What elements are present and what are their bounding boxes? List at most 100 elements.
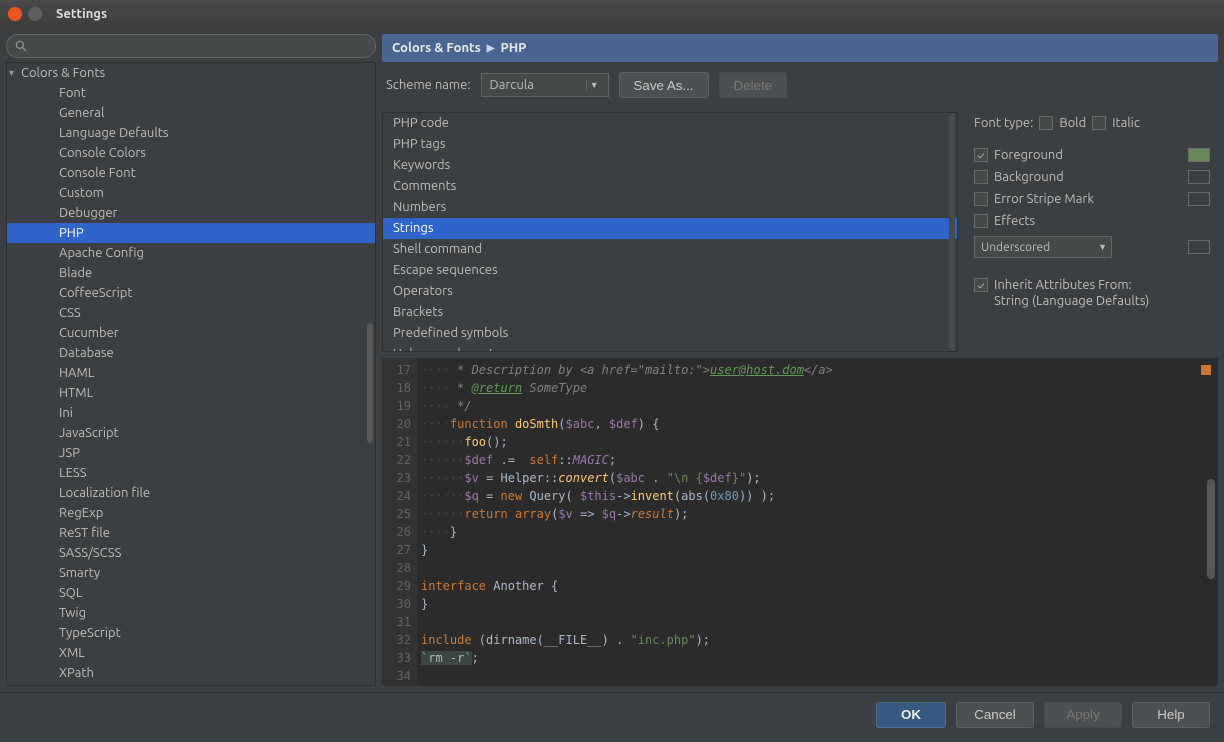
tree-item[interactable]: CSS: [7, 303, 375, 323]
tree-item[interactable]: XPath: [7, 663, 375, 683]
save-as-button[interactable]: Save As...: [619, 72, 709, 98]
tree-item[interactable]: YAML: [7, 683, 375, 686]
line-number: 31: [383, 613, 411, 631]
cancel-button[interactable]: Cancel: [956, 702, 1034, 728]
chevron-down-icon: ▼: [1098, 242, 1107, 252]
italic-checkbox[interactable]: [1092, 116, 1106, 130]
line-number: 25: [383, 505, 411, 523]
inherit-from[interactable]: String (Language Defaults): [994, 294, 1210, 308]
effects-select[interactable]: Underscored ▼: [974, 236, 1112, 258]
tree-item[interactable]: Localization file: [7, 483, 375, 503]
tree-item[interactable]: HAML: [7, 363, 375, 383]
foreground-label: Foreground: [994, 148, 1063, 162]
attribute-item[interactable]: Predefined symbols: [383, 323, 957, 344]
line-number: 34: [383, 667, 411, 685]
tree-item[interactable]: Cucumber: [7, 323, 375, 343]
attribute-item[interactable]: PHP code: [383, 113, 957, 134]
background-swatch[interactable]: [1188, 170, 1210, 184]
scrollbar-track[interactable]: [949, 113, 955, 351]
attribute-item[interactable]: Shell command: [383, 239, 957, 260]
effects-swatch[interactable]: [1188, 240, 1210, 254]
tree-item[interactable]: Ini: [7, 403, 375, 423]
line-number: 33: [383, 649, 411, 667]
tree-item[interactable]: Font: [7, 83, 375, 103]
close-icon[interactable]: [8, 7, 22, 21]
error-stripe-swatch[interactable]: [1188, 192, 1210, 206]
error-stripe-checkbox[interactable]: [974, 192, 988, 206]
scrollbar-thumb[interactable]: [1207, 479, 1215, 579]
tree-item[interactable]: Apache Config: [7, 243, 375, 263]
foreground-row: Foreground: [974, 146, 1210, 164]
tree-item[interactable]: JSP: [7, 443, 375, 463]
tree-item[interactable]: Console Colors: [7, 143, 375, 163]
line-number: 21: [383, 433, 411, 451]
tree-item[interactable]: ReST file: [7, 523, 375, 543]
tree-item[interactable]: Custom: [7, 183, 375, 203]
attribute-item[interactable]: Strings: [383, 218, 957, 239]
scheme-row: Scheme name: Darcula ▼ Save As... Delete: [382, 68, 1218, 106]
tree-item[interactable]: Blade: [7, 263, 375, 283]
search-input[interactable]: [6, 34, 376, 58]
attribute-list[interactable]: PHP codePHP tagsKeywordsCommentsNumbersS…: [382, 112, 958, 352]
line-number: 19: [383, 397, 411, 415]
tree-item[interactable]: LESS: [7, 463, 375, 483]
attribute-item[interactable]: Numbers: [383, 197, 957, 218]
tree-item[interactable]: Debugger: [7, 203, 375, 223]
font-type-label: Font type:: [974, 116, 1033, 130]
attribute-item[interactable]: Operators: [383, 281, 957, 302]
line-number: 22: [383, 451, 411, 469]
sidebar: Colors & Fonts FontGeneralLanguage Defau…: [6, 34, 376, 686]
scheme-select[interactable]: Darcula ▼: [481, 73, 609, 97]
bold-checkbox[interactable]: [1039, 116, 1053, 130]
help-button[interactable]: Help: [1132, 702, 1210, 728]
breadcrumb-root[interactable]: Colors & Fonts: [392, 41, 481, 55]
tree-item[interactable]: CoffeeScript: [7, 283, 375, 303]
titlebar: Settings: [0, 0, 1224, 28]
tree-item[interactable]: RegExp: [7, 503, 375, 523]
inherit-label: Inherit Attributes From:: [994, 278, 1132, 292]
attribute-item[interactable]: Brackets: [383, 302, 957, 323]
gutter: 171819202122232425262728293031323334: [383, 359, 417, 685]
breadcrumb-leaf: PHP: [501, 41, 527, 55]
attribute-item[interactable]: Unknown character: [383, 344, 957, 352]
error-stripe-marker[interactable]: [1201, 365, 1211, 375]
tree-item[interactable]: HTML: [7, 383, 375, 403]
tree-item[interactable]: Language Defaults: [7, 123, 375, 143]
tree-item[interactable]: Database: [7, 343, 375, 363]
tree-root[interactable]: Colors & Fonts: [7, 63, 375, 83]
line-number: 17: [383, 361, 411, 379]
tree-item[interactable]: Twig: [7, 603, 375, 623]
background-checkbox[interactable]: [974, 170, 988, 184]
settings-tree[interactable]: Colors & Fonts FontGeneralLanguage Defau…: [6, 62, 376, 686]
line-number: 28: [383, 559, 411, 577]
attribute-item[interactable]: Escape sequences: [383, 260, 957, 281]
tree-item[interactable]: Console Font: [7, 163, 375, 183]
tree-item[interactable]: JavaScript: [7, 423, 375, 443]
code-area: ···· * Description by <a href="mailto:">…: [417, 359, 1217, 685]
scrollbar-thumb[interactable]: [367, 323, 373, 443]
tree-item[interactable]: PHP: [7, 223, 375, 243]
inherit-checkbox[interactable]: [974, 278, 988, 292]
tree-item[interactable]: SASS/SCSS: [7, 543, 375, 563]
italic-label: Italic: [1112, 116, 1140, 130]
attribute-item[interactable]: Comments: [383, 176, 957, 197]
effects-checkbox[interactable]: [974, 214, 988, 228]
foreground-swatch[interactable]: [1188, 148, 1210, 162]
tree-item[interactable]: TypeScript: [7, 623, 375, 643]
line-number: 23: [383, 469, 411, 487]
font-type-row: Font type: Bold Italic: [974, 116, 1210, 130]
ok-button[interactable]: OK: [876, 702, 946, 728]
minimize-icon[interactable]: [28, 7, 42, 21]
chevron-down-icon: ▼: [586, 80, 602, 90]
foreground-checkbox[interactable]: [974, 148, 988, 162]
code-preview[interactable]: 171819202122232425262728293031323334 ···…: [382, 358, 1218, 686]
line-number: 32: [383, 631, 411, 649]
tree-item[interactable]: General: [7, 103, 375, 123]
attribute-item[interactable]: Keywords: [383, 155, 957, 176]
tree-item[interactable]: SQL: [7, 583, 375, 603]
tree-item[interactable]: XML: [7, 643, 375, 663]
tree-item[interactable]: Smarty: [7, 563, 375, 583]
attribute-item[interactable]: PHP tags: [383, 134, 957, 155]
bold-label: Bold: [1059, 116, 1086, 130]
error-stripe-label: Error Stripe Mark: [994, 192, 1094, 206]
